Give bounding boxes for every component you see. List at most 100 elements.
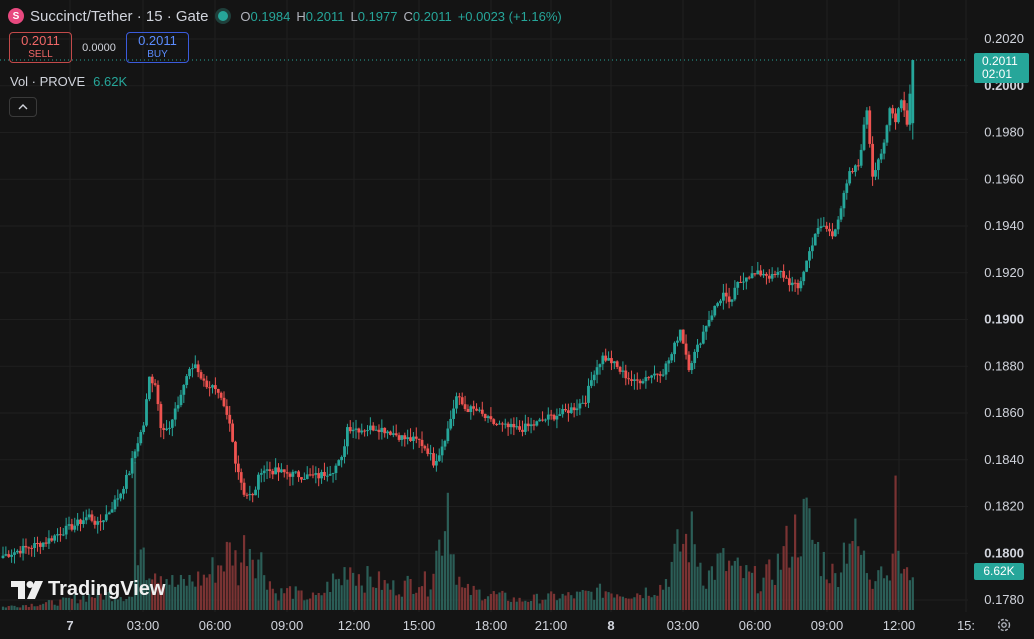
candle-body	[833, 229, 837, 237]
candle	[515, 417, 519, 430]
candle-body	[13, 552, 16, 555]
volume-bar	[639, 594, 642, 610]
buy-button[interactable]: 0.2011 BUY	[126, 32, 189, 63]
symbol-title[interactable]: Succinct/Tether · 15 · Gate	[30, 8, 208, 25]
candle	[572, 402, 576, 418]
volume-bar	[839, 572, 843, 610]
candle-body	[578, 403, 582, 409]
volume-bar	[466, 583, 470, 610]
candle-body	[311, 474, 315, 476]
market-status-icon[interactable]	[218, 11, 229, 21]
candle-body	[653, 373, 656, 376]
gear-icon	[997, 618, 1011, 632]
volume-bar	[636, 593, 639, 610]
candle	[879, 149, 883, 164]
volume-bar	[346, 579, 349, 610]
volume-bar	[745, 565, 748, 610]
candle-body	[799, 281, 803, 289]
candle	[394, 424, 398, 437]
volume-bar	[524, 600, 527, 610]
candle-body	[41, 542, 45, 547]
candle-body	[420, 439, 424, 447]
candle-body	[423, 446, 427, 449]
candle-body	[147, 376, 151, 400]
candle	[127, 470, 131, 476]
candle	[813, 233, 817, 246]
candle-body	[225, 406, 229, 415]
candle	[584, 395, 588, 407]
candle-body	[460, 397, 464, 405]
candle	[406, 429, 410, 445]
chart-settings-button[interactable]	[996, 617, 1014, 635]
candle-body	[432, 453, 435, 466]
volume-bar	[512, 597, 515, 610]
volume-bar	[185, 585, 188, 610]
candle	[377, 424, 381, 440]
candle-body	[363, 430, 367, 432]
collapse-legend-button[interactable]	[9, 97, 37, 117]
volume-bar	[733, 560, 736, 610]
volume-bar	[10, 605, 13, 610]
symbol-logo-icon: S	[8, 8, 24, 24]
volume-bar	[719, 552, 722, 610]
candle-body	[446, 428, 450, 442]
candle-body	[787, 278, 791, 286]
volume-bar	[736, 557, 739, 610]
candle	[845, 179, 849, 200]
volume-bar	[400, 596, 404, 610]
candle-body	[604, 355, 608, 361]
candle-body	[116, 498, 120, 500]
candle-body	[139, 432, 143, 444]
candle	[145, 393, 148, 427]
volume-bar	[659, 584, 662, 610]
candle-body	[650, 375, 654, 378]
candle	[357, 427, 361, 440]
grid-lines	[0, 0, 968, 612]
volume-bar	[79, 599, 82, 610]
candle	[245, 492, 249, 499]
low-key: L	[350, 8, 358, 24]
volume-bar	[294, 586, 297, 610]
candle-body	[664, 363, 668, 375]
volume-bar	[762, 577, 765, 610]
candle-body	[724, 292, 728, 297]
candle-body	[202, 378, 206, 381]
candle-body	[813, 233, 817, 246]
volume-bar	[475, 589, 478, 610]
candle-body	[865, 110, 869, 125]
candle-body	[348, 427, 352, 432]
candle-body	[38, 543, 42, 547]
volume-bar	[337, 578, 340, 610]
candle-body	[564, 408, 567, 411]
candle	[696, 339, 699, 359]
volume-bar	[819, 576, 823, 610]
candle	[469, 404, 473, 420]
x-tick-label: 12:00	[883, 618, 916, 633]
volume-bar	[707, 570, 711, 610]
volume-bar	[854, 518, 857, 610]
candle	[489, 407, 493, 422]
volume-bar	[386, 583, 389, 610]
candle	[699, 342, 702, 348]
volume-bar	[455, 584, 458, 610]
volume-legend[interactable]: Vol · PROVE 6.62K	[10, 74, 127, 89]
candle-body	[882, 142, 886, 154]
price-chart[interactable]: 0.1780 0.1800 0.1820 0.1840 0.1860 0.1880 0.19…	[0, 0, 1034, 639]
candle	[426, 443, 430, 457]
candle	[328, 465, 332, 476]
candle-body	[506, 423, 510, 428]
sell-button[interactable]: 0.2011 SELL	[9, 32, 72, 63]
candle-body	[704, 325, 708, 332]
volume-bar	[360, 585, 363, 610]
volume-bar	[653, 594, 656, 610]
candle-body	[102, 520, 105, 523]
volume-bar	[828, 583, 831, 610]
tradingview-logo[interactable]: TradingView	[11, 578, 165, 601]
candle	[782, 264, 786, 282]
candle	[213, 377, 217, 395]
candle-body	[495, 423, 499, 425]
volume-bar	[822, 551, 825, 610]
candle	[136, 436, 140, 457]
candle	[228, 405, 232, 432]
candle-body	[56, 534, 59, 536]
